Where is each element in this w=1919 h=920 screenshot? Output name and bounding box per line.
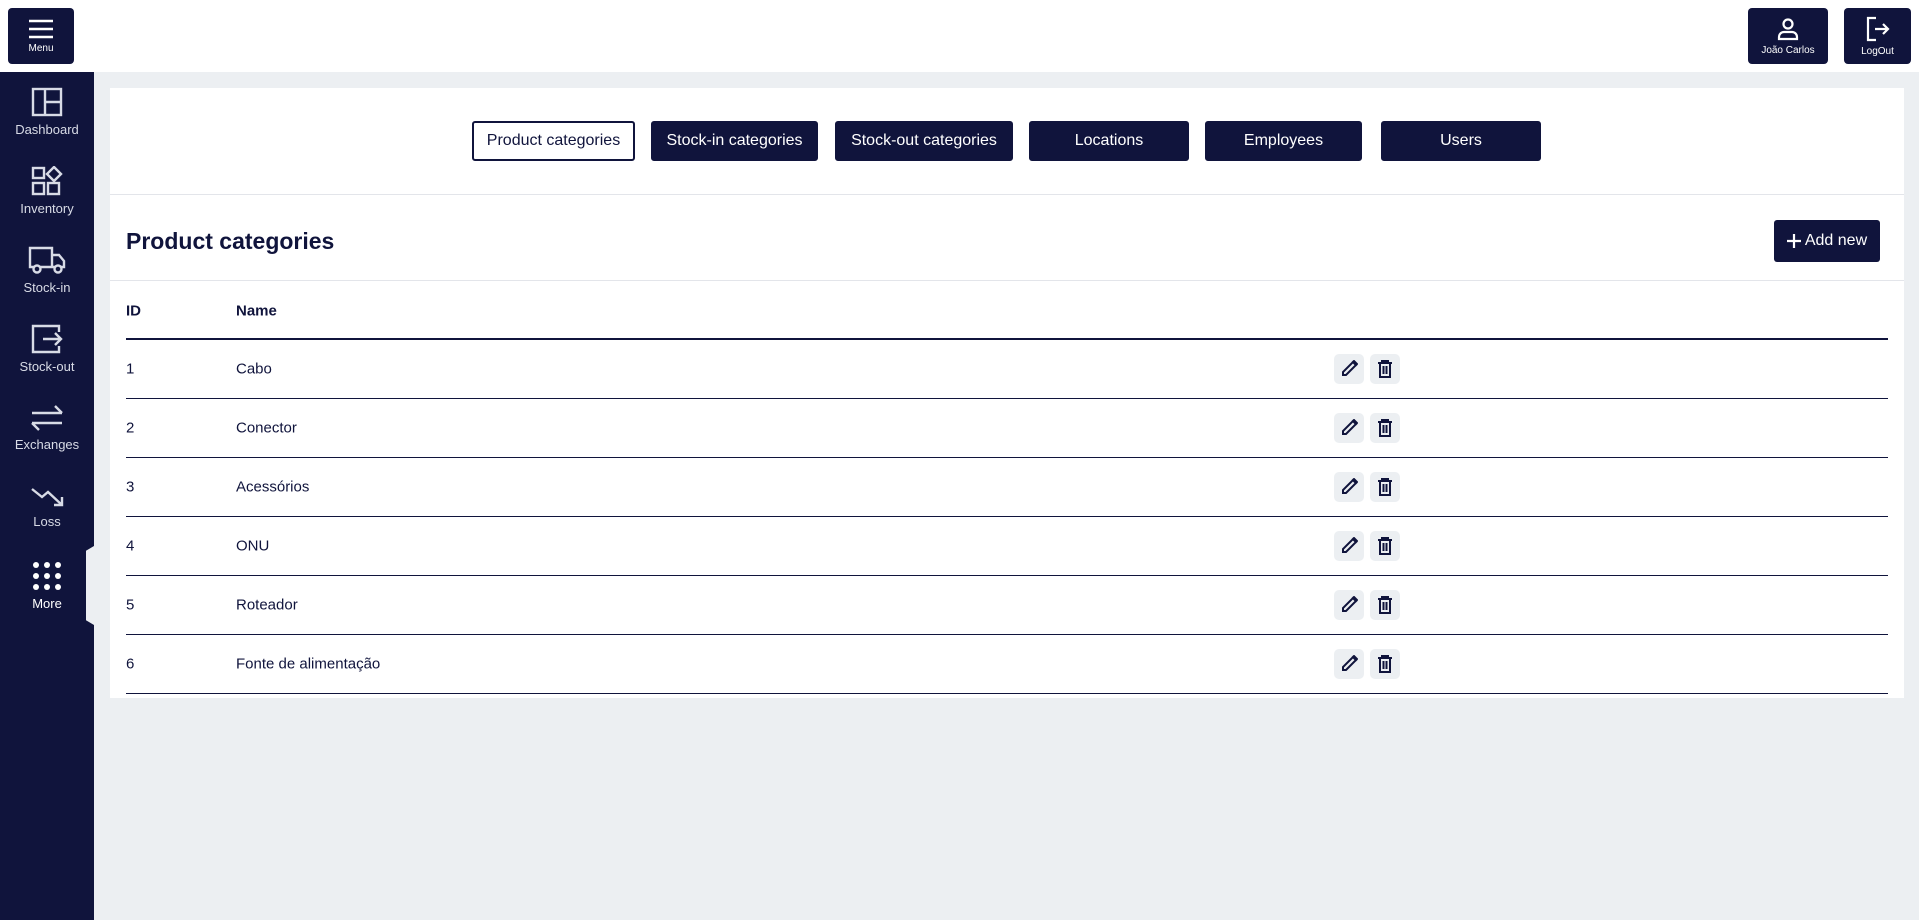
column-header-id: ID [126,302,141,319]
inventory-icon [31,165,63,195]
tab-stock-out-categories[interactable]: Stock-out categories [835,121,1013,161]
table-row: 2 Conector [126,399,1888,458]
edit-button[interactable] [1334,472,1364,502]
table-header: ID Name [126,283,1888,340]
tab-locations[interactable]: Locations [1029,121,1189,161]
plus-icon [1786,234,1801,248]
content-panel: Product categories Stock-in categories S… [110,88,1904,698]
row-id: 5 [126,596,135,614]
sidebar-item-dashboard[interactable]: Dashboard [0,72,94,151]
trash-icon [1378,655,1392,673]
row-id: 2 [126,419,135,437]
delete-button[interactable] [1370,531,1400,561]
sidebar-label: Stock-out [19,358,75,374]
table-row: 3 Acessórios [126,458,1888,517]
sidebar-label: More [32,595,62,611]
delete-button[interactable] [1370,413,1400,443]
page-title: Product categories [126,228,335,254]
sidebar-label: Stock-in [23,279,71,295]
pencil-icon [1342,655,1358,671]
edit-button[interactable] [1334,531,1364,561]
dashboard-icon [31,87,63,116]
sidebar-label: Loss [33,513,61,529]
row-name: Fonte de alimentação [236,655,381,673]
table-row: 1 Cabo [126,340,1888,399]
sidebar-label: Inventory [20,200,74,216]
trash-icon [1378,478,1392,496]
sidebar-item-stock-out[interactable]: Stock-out [0,309,94,388]
grid-dots-icon [33,561,61,590]
settings-tabs: Product categories Stock-in categories S… [110,121,1904,161]
trash-icon [1378,537,1392,555]
edit-button[interactable] [1334,354,1364,384]
tab-stock-in-categories[interactable]: Stock-in categories [651,121,818,161]
sidebar-item-inventory[interactable]: Inventory [0,151,94,230]
row-name: ONU [236,537,270,555]
divider [110,194,1904,195]
edit-button[interactable] [1334,649,1364,679]
divider [110,280,1904,281]
truck-icon [28,246,66,274]
logout-label: LogOut [1861,45,1894,57]
row-name: Conector [236,419,297,437]
delete-button[interactable] [1370,354,1400,384]
tab-product-categories[interactable]: Product categories [472,121,635,161]
menu-button[interactable]: Menu [8,8,74,64]
sidebar-item-exchanges[interactable]: Exchanges [0,388,94,467]
pencil-icon [1342,419,1358,435]
sidebar-label: Exchanges [14,436,80,452]
logout-icon [1866,16,1890,41]
row-name: Cabo [236,360,272,378]
pencil-icon [1342,596,1358,612]
trash-icon [1378,596,1392,614]
user-name: João Carlos [1761,44,1815,56]
hamburger-icon [29,19,53,38]
edit-button[interactable] [1334,590,1364,620]
trending-down-icon [31,487,64,506]
sidebar-item-stock-in[interactable]: Stock-in [0,230,94,309]
table-row: 5 Roteador [126,576,1888,635]
row-name: Roteador [236,596,298,614]
tab-employees[interactable]: Employees [1205,121,1362,161]
edit-button[interactable] [1334,413,1364,443]
menu-label: Menu [28,42,54,54]
delete-button[interactable] [1370,649,1400,679]
row-id: 1 [126,360,135,378]
trash-icon [1378,419,1392,437]
user-icon [1777,17,1799,40]
pencil-icon [1342,478,1358,494]
trash-icon [1378,360,1392,378]
sidebar-label: Dashboard [15,121,79,137]
table-row: 4 ONU [126,517,1888,576]
pencil-icon [1342,537,1358,553]
row-id: 6 [126,655,135,673]
stock-out-icon [31,324,63,353]
column-header-name: Name [236,302,277,319]
sidebar-item-loss[interactable]: Loss [0,467,94,546]
top-bar: Menu João Carlos LogOut [0,0,1919,72]
user-button[interactable]: João Carlos [1748,8,1828,64]
add-new-label: Add new [1804,232,1868,249]
row-id: 4 [126,537,135,555]
sidebar: Dashboard Inventory Stock-in Stock-out E… [0,72,94,920]
row-name: Acessórios [236,478,310,496]
delete-button[interactable] [1370,472,1400,502]
delete-button[interactable] [1370,590,1400,620]
tab-users[interactable]: Users [1381,121,1541,161]
table-row: 6 Fonte de alimentação [126,635,1888,694]
logout-button[interactable]: LogOut [1844,8,1911,64]
active-indicator [86,546,94,625]
row-id: 3 [126,478,135,496]
add-new-button[interactable]: Add new [1774,220,1880,262]
categories-table: ID Name 1 Cabo 2 Conector 3 Acessórios 4… [126,283,1888,694]
sidebar-item-more[interactable]: More [0,546,94,625]
exchange-icon [31,404,63,431]
pencil-icon [1342,360,1358,376]
